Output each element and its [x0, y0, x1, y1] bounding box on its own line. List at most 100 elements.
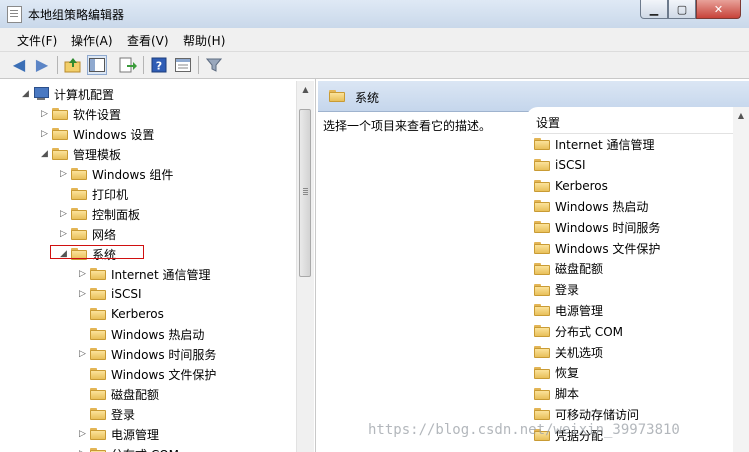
tree-item-label: 分布式 COM [111, 446, 179, 452]
tree-item[interactable]: ▷ Internet 通信管理 [77, 264, 210, 284]
list-item[interactable]: 关机选项 [534, 342, 603, 362]
tree-item[interactable]: Windows 文件保护 [77, 364, 216, 384]
filter-button[interactable] [204, 55, 224, 75]
window-title: 本地组策略编辑器 [28, 8, 125, 22]
help-button[interactable]: ? [149, 55, 169, 75]
tree-item[interactable]: ▷ 电源管理 [77, 424, 159, 444]
tree-item-label: 网络 [92, 227, 117, 242]
expanded-triangle-icon[interactable]: ◢ [39, 149, 50, 159]
grip-icon [303, 188, 308, 189]
list-item-label: Windows 热启动 [555, 199, 649, 214]
folder-icon [534, 304, 550, 317]
column-header-setting[interactable]: 设置 [532, 113, 736, 134]
description-text: 选择一个项目来查看它的描述。 [323, 119, 492, 133]
maximize-icon: ▢ [676, 2, 688, 16]
collapsed-triangle-icon[interactable]: ▷ [39, 109, 50, 119]
collapsed-triangle-icon[interactable]: ▷ [58, 209, 69, 219]
app-icon [7, 6, 22, 23]
tree-item[interactable]: ◢ 计算机配置 [20, 84, 114, 104]
list-item[interactable]: Windows 热启动 [534, 196, 648, 216]
list-item-label: Windows 文件保护 [555, 241, 661, 256]
folder-icon [534, 408, 550, 421]
folder-icon [534, 138, 550, 150]
tree-item[interactable]: Windows 热启动 [77, 324, 204, 344]
filter-icon [206, 58, 222, 72]
list-item[interactable]: Kerberos [534, 176, 608, 196]
title-bar: 本地组策略编辑器 ▁ ▢ ✕ [0, 0, 749, 28]
tree-item[interactable]: 登录 [77, 404, 135, 424]
folder-icon [534, 283, 550, 296]
list-item-label: Internet 通信管理 [555, 137, 655, 152]
tree-item[interactable]: 磁盘配额 [77, 384, 159, 404]
tree-item[interactable]: ▷ iSCSI [77, 284, 141, 304]
settings-list: 设置 Internet 通信管理 iSCSI Kerberos Windows 热启动… [526, 107, 749, 452]
list-item-label: Windows 时间服务 [555, 220, 661, 235]
maximize-button[interactable]: ▢ [668, 0, 696, 19]
list-item[interactable]: 分布式 COM [534, 321, 623, 341]
export-button[interactable] [118, 55, 138, 75]
tree-item[interactable]: ▷分布式 COM [77, 444, 179, 452]
toolbar: ◀ ▶ ? [0, 52, 749, 79]
collapsed-triangle-icon[interactable]: ▷ [77, 289, 88, 299]
list-item[interactable]: 登录 [534, 280, 579, 300]
collapsed-triangle-icon[interactable]: ▷ [58, 169, 69, 179]
collapsed-triangle-icon[interactable]: ▷ [39, 129, 50, 139]
details-pane: 系统 选择一个项目来查看它的描述。 设置 Internet 通信管理 iSCSI K… [316, 79, 749, 452]
menu-bar: 文件(F) 操作(A) 查看(V) 帮助(H) [0, 28, 749, 52]
tree-item[interactable]: ◢ 管理模板 [39, 144, 121, 164]
list-item[interactable]: 恢复 [534, 363, 579, 383]
scroll-up-arrow[interactable]: ▲ [297, 82, 314, 98]
tree-item[interactable]: ▷ 控制面板 [58, 204, 140, 224]
properties-icon [175, 58, 191, 72]
tree-item[interactable]: ▷ 网络 [58, 224, 116, 244]
list-item[interactable]: Internet 通信管理 [534, 134, 654, 154]
scroll-up-arrow[interactable]: ▲ [733, 111, 749, 120]
minimize-icon: ▁ [649, 2, 659, 16]
back-arrow-icon: ◀ [12, 55, 26, 74]
back-button[interactable]: ◀ [9, 55, 29, 75]
expanded-triangle-icon[interactable]: ◢ [20, 89, 31, 99]
folder-icon [90, 448, 106, 452]
collapsed-triangle-icon[interactable]: ▷ [77, 269, 88, 279]
forward-button[interactable]: ▶ [32, 55, 52, 75]
tree-item-label: 打印机 [92, 187, 129, 202]
list-item-label: 恢复 [555, 366, 580, 381]
up-button[interactable] [63, 55, 83, 75]
list-item[interactable]: 电源管理 [534, 300, 603, 320]
menu-file[interactable]: 文件(F) [17, 32, 57, 49]
close-button[interactable]: ✕ [696, 0, 741, 19]
folder-icon [534, 179, 550, 192]
list-item[interactable]: Windows 时间服务 [534, 217, 660, 237]
folder-icon [90, 288, 106, 300]
list-item[interactable]: 磁盘配额 [534, 259, 603, 279]
folder-icon [90, 348, 106, 360]
tree-item[interactable]: ▷ Windows 组件 [58, 164, 173, 184]
collapsed-triangle-icon[interactable]: ▷ [77, 349, 88, 359]
tree-item[interactable]: ▷ Windows 时间服务 [77, 344, 216, 364]
tree-item-label: Internet 通信管理 [111, 267, 211, 282]
menu-help[interactable]: 帮助(H) [183, 32, 225, 49]
tree-item-label: 登录 [111, 407, 136, 422]
menu-view[interactable]: 查看(V) [127, 32, 169, 49]
show-hide-tree-button[interactable] [87, 55, 107, 75]
folder-icon [90, 388, 106, 400]
minimize-button[interactable]: ▁ [640, 0, 668, 19]
watermark: https://blog.csdn.net/weixin_39973810 [368, 422, 680, 438]
list-item[interactable]: iSCSI [534, 155, 586, 175]
collapsed-triangle-icon[interactable]: ▷ [58, 229, 69, 239]
list-item[interactable]: 脚本 [534, 384, 579, 404]
details-header-title: 系统 [355, 91, 380, 105]
list-scrollbar[interactable]: ▲ [733, 107, 749, 452]
list-item[interactable]: Windows 文件保护 [534, 238, 660, 258]
tree-item[interactable]: ▷ 软件设置 [39, 104, 121, 124]
tree-item[interactable]: Kerberos [77, 304, 164, 324]
tree-item[interactable]: 打印机 [58, 184, 128, 204]
tree-item-label: Windows 组件 [92, 167, 174, 182]
tree-item[interactable]: ▷ Windows 设置 [39, 124, 154, 144]
scroll-thumb[interactable] [299, 109, 311, 277]
collapsed-triangle-icon[interactable]: ▷ [77, 429, 88, 439]
menu-action[interactable]: 操作(A) [71, 32, 113, 49]
tree-scrollbar[interactable]: ▲ [296, 81, 314, 452]
list-item-label: Kerberos [555, 178, 608, 193]
properties-button[interactable] [173, 55, 193, 75]
